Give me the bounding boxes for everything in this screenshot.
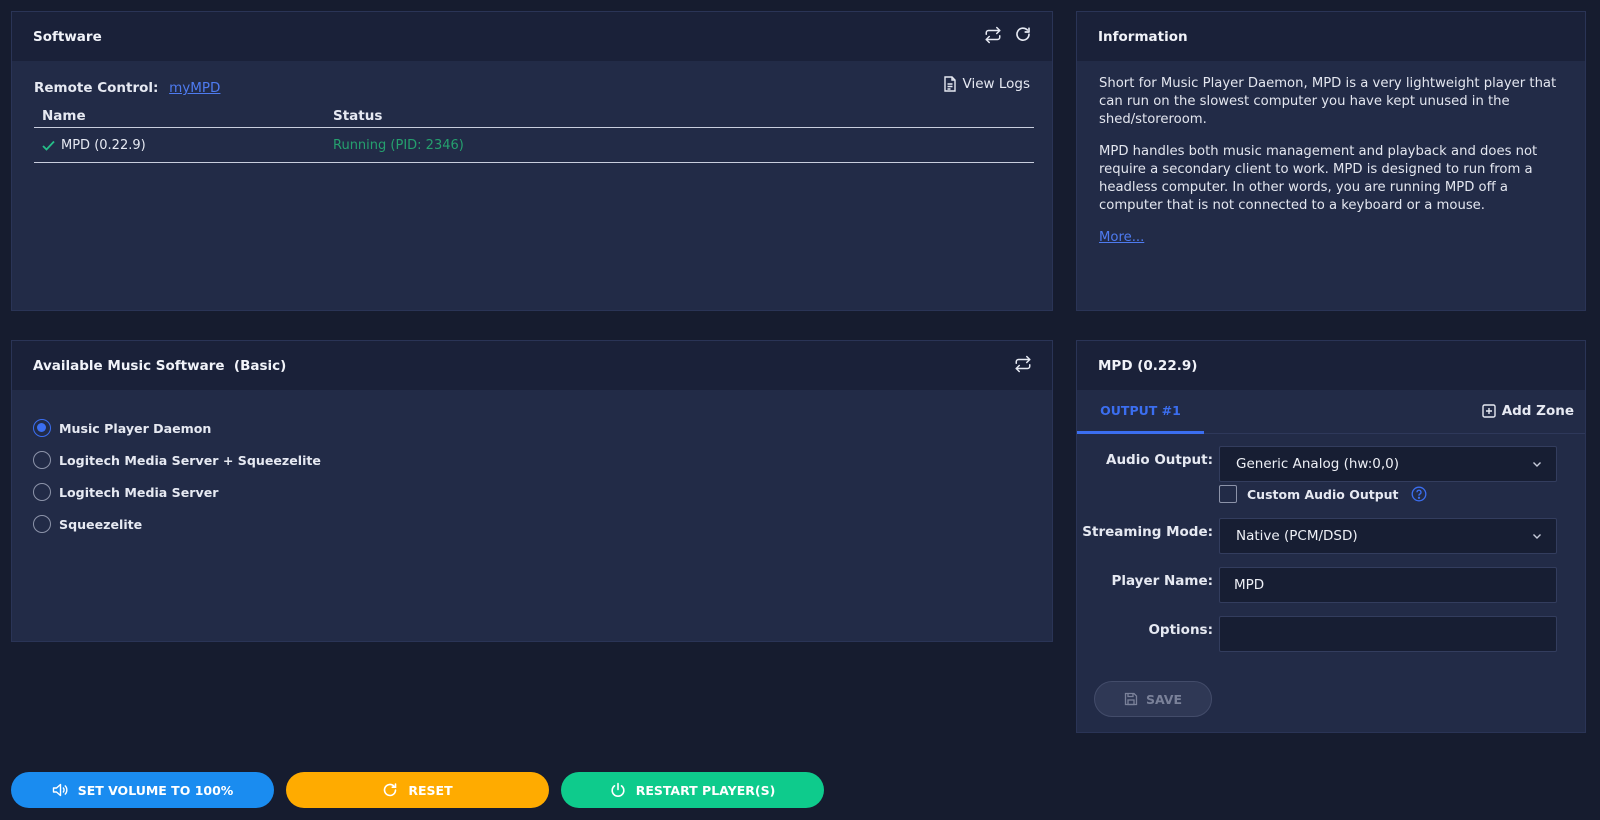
table-header: Name Status (34, 104, 1034, 128)
player-name-value: MPD (1234, 577, 1265, 593)
software-name-cell: MPD (0.22.9) (61, 137, 146, 153)
view-logs-button[interactable]: View Logs (943, 76, 1030, 92)
software-title: Software (33, 28, 102, 45)
streaming-mode-label: Streaming Mode: (1082, 524, 1213, 540)
custom-audio-output-label: Custom Audio Output (1247, 486, 1399, 502)
radio-label: Squeezelite (59, 516, 143, 532)
player-name-input[interactable]: MPD (1219, 567, 1557, 603)
set-volume-button[interactable]: SET VOLUME TO 100% (11, 772, 274, 808)
audio-output-select[interactable]: Generic Analog (hw:0,0) (1219, 446, 1557, 482)
output-tabs: OUTPUT #1 Add Zone (1077, 390, 1585, 434)
mpd-title: MPD (0.22.9) (1098, 357, 1198, 374)
reset-button[interactable]: RESET (286, 772, 549, 808)
information-header: Information (1077, 12, 1585, 61)
tab-output-1[interactable]: OUTPUT #1 (1077, 390, 1204, 434)
information-body: Short for Music Player Daemon, MPD is a … (1077, 61, 1585, 261)
mymMPD-link[interactable]: myMPD (169, 80, 220, 96)
radio-option-squeezelite[interactable]: Squeezelite (33, 508, 1031, 540)
speaker-icon (52, 783, 68, 797)
remote-control-label: Remote Control: (34, 80, 159, 96)
refresh-icon[interactable] (1014, 26, 1032, 44)
information-title: Information (1098, 28, 1188, 45)
table-row: MPD (0.22.9) Running (PID: 2346) (34, 128, 1034, 163)
plus-square-icon (1481, 404, 1496, 418)
info-paragraph-1: Short for Music Player Daemon, MPD is a … (1099, 76, 1557, 127)
swap-icon[interactable] (1014, 355, 1032, 373)
options-input[interactable] (1219, 616, 1557, 652)
help-icon[interactable] (1411, 486, 1427, 502)
available-title: Available Music Software (Basic) (33, 357, 287, 374)
remote-control: Remote Control: myMPD (34, 80, 220, 96)
refresh-icon (384, 783, 397, 797)
radio-button[interactable] (33, 515, 51, 533)
save-icon (1124, 692, 1138, 706)
reset-label: RESET (408, 782, 453, 798)
software-panel: Software Remote Control: myMPD View Logs… (11, 11, 1053, 311)
software-radio-group: Music Player Daemon Logitech Media Serve… (12, 390, 1052, 562)
save-button[interactable]: SAVE (1094, 681, 1212, 717)
swap-icon[interactable] (984, 26, 1002, 44)
save-label: SAVE (1145, 691, 1183, 707)
view-logs-label: View Logs (962, 76, 1030, 92)
check-icon (42, 140, 55, 151)
information-panel: Information Short for Music Player Daemo… (1076, 11, 1586, 311)
radio-option-lms-squeezelite[interactable]: Logitech Media Server + Squeezelite (33, 444, 1031, 476)
add-zone-button[interactable]: Add Zone (1481, 403, 1574, 419)
radio-label: Logitech Media Server + Squeezelite (59, 452, 321, 468)
audio-output-label: Audio Output: (1106, 452, 1213, 468)
column-name-header: Name (42, 107, 86, 124)
restart-players-button[interactable]: RESTART PLAYER(S) (561, 772, 824, 808)
mpd-header: MPD (0.22.9) (1077, 341, 1585, 390)
chevron-down-icon (1533, 462, 1541, 467)
custom-audio-output-row: Custom Audio Output (1219, 485, 1427, 503)
chevron-down-icon (1533, 534, 1541, 539)
available-header: Available Music Software (Basic) (12, 341, 1052, 390)
power-icon (611, 782, 625, 797)
file-icon (943, 76, 956, 92)
custom-audio-output-checkbox[interactable] (1219, 485, 1237, 503)
audio-output-value: Generic Analog (hw:0,0) (1236, 456, 1399, 472)
options-label: Options: (1148, 622, 1213, 638)
radio-label: Logitech Media Server (59, 484, 219, 500)
software-header: Software (12, 12, 1052, 61)
radio-button[interactable] (33, 451, 51, 469)
radio-label: Music Player Daemon (59, 420, 212, 436)
mpd-config-panel: MPD (0.22.9) OUTPUT #1 Add Zone Audio Ou… (1076, 340, 1586, 733)
info-paragraph-2: MPD handles both music management and pl… (1099, 144, 1538, 213)
player-name-label: Player Name: (1111, 573, 1213, 589)
software-status-cell: Running (PID: 2346) (333, 137, 464, 153)
radio-button[interactable] (33, 419, 51, 437)
more-link[interactable]: More... (1099, 230, 1144, 245)
radio-option-lms[interactable]: Logitech Media Server (33, 476, 1031, 508)
available-software-panel: Available Music Software (Basic) Music P… (11, 340, 1053, 642)
software-table: Name Status MPD (0.22.9) Running (PID: 2… (34, 104, 1034, 163)
column-status-header: Status (333, 107, 383, 124)
add-zone-label: Add Zone (1501, 403, 1574, 419)
radio-option-mpd[interactable]: Music Player Daemon (33, 412, 1031, 444)
set-volume-label: SET VOLUME TO 100% (77, 782, 234, 798)
streaming-mode-select[interactable]: Native (PCM/DSD) (1219, 518, 1557, 554)
radio-button[interactable] (33, 483, 51, 501)
streaming-mode-value: Native (PCM/DSD) (1236, 528, 1358, 544)
restart-players-label: RESTART PLAYER(S) (635, 782, 776, 798)
